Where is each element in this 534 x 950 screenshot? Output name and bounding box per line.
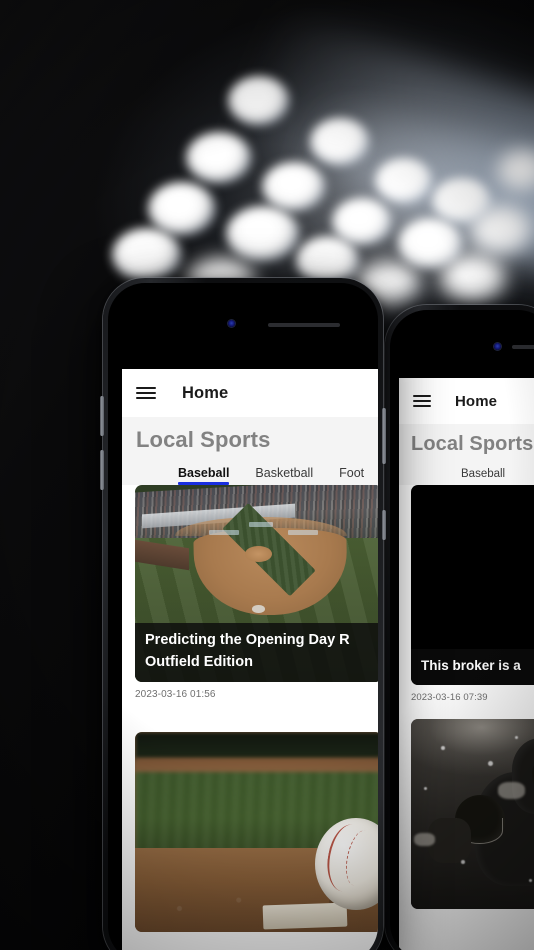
section-title-back: Local Sports (411, 433, 534, 455)
tabbar-back: Baseball (399, 456, 534, 485)
tab-baseball-back[interactable]: Baseball (461, 468, 505, 485)
hamburger-menu-icon[interactable] (413, 395, 431, 407)
article-image-front-1: Predicting the Opening Day R Outfield Ed… (135, 485, 378, 682)
volume-up-button-front[interactable] (100, 396, 104, 436)
appbar-back: Home (399, 378, 534, 424)
article-card-back-2[interactable] (399, 719, 534, 909)
smartphone-front-device: Home Local Sports Baseball Basketball Fo… (100, 278, 386, 950)
article-image-front-2 (135, 732, 378, 932)
article-title-front-1: Predicting the Opening Day R Outfield Ed… (135, 623, 378, 682)
tab-baseball-front[interactable]: Baseball (178, 466, 230, 485)
baseball-artwork (135, 732, 378, 932)
article-feed-front[interactable]: Predicting the Opening Day R Outfield Ed… (122, 485, 378, 932)
article-image-back-2 (411, 719, 534, 909)
football-artwork (411, 719, 534, 909)
article-feed-back[interactable]: This broker is a 2023-03-16 07:39 (399, 485, 534, 909)
secondary-button-front[interactable] (382, 510, 386, 540)
section-title-front: Local Sports (136, 427, 271, 452)
article-title-back-1: This broker is a (411, 649, 534, 685)
smartphone-back-device: Home Local Sports Baseball This broker i… (383, 305, 534, 950)
article-date-front-1: 2023-03-16 01:56 (135, 689, 216, 700)
earpiece-speaker (512, 345, 534, 349)
app-screen-front: Home Local Sports Baseball Basketball Fo… (122, 369, 378, 950)
hamburger-menu-icon-front[interactable] (136, 387, 156, 399)
page-title-front: Home (182, 383, 229, 402)
section-header-front: Local Sports (122, 417, 378, 453)
article-image-back-1: This broker is a (411, 485, 534, 685)
appbar-front: Home (122, 369, 378, 417)
front-camera-icon (494, 343, 501, 350)
app-screen-back: Home Local Sports Baseball This broker i… (399, 378, 534, 950)
article-card-front-2[interactable] (122, 732, 378, 932)
front-camera-icon-front (228, 320, 235, 327)
article-date-back-1: 2023-03-16 07:39 (411, 692, 488, 703)
article-card-back-1[interactable]: This broker is a 2023-03-16 07:39 (399, 485, 534, 703)
volume-down-button-front[interactable] (100, 450, 104, 490)
tab-basketball-front[interactable]: Basketball (255, 466, 313, 485)
page-title-back: Home (455, 392, 498, 410)
earpiece-speaker-front (268, 323, 340, 327)
article-card-front-1[interactable]: Predicting the Opening Day R Outfield Ed… (122, 485, 378, 700)
bezel-back: Home Local Sports Baseball This broker i… (390, 310, 534, 950)
bezel-front: Home Local Sports Baseball Basketball Fo… (108, 283, 378, 950)
power-button-front[interactable] (382, 408, 386, 464)
tab-football-front[interactable]: Foot (339, 466, 364, 485)
scene-root: Home Local Sports Baseball This broker i… (0, 0, 534, 950)
section-header-back: Local Sports (399, 424, 534, 456)
tabbar-front: Baseball Basketball Foot (122, 453, 378, 485)
